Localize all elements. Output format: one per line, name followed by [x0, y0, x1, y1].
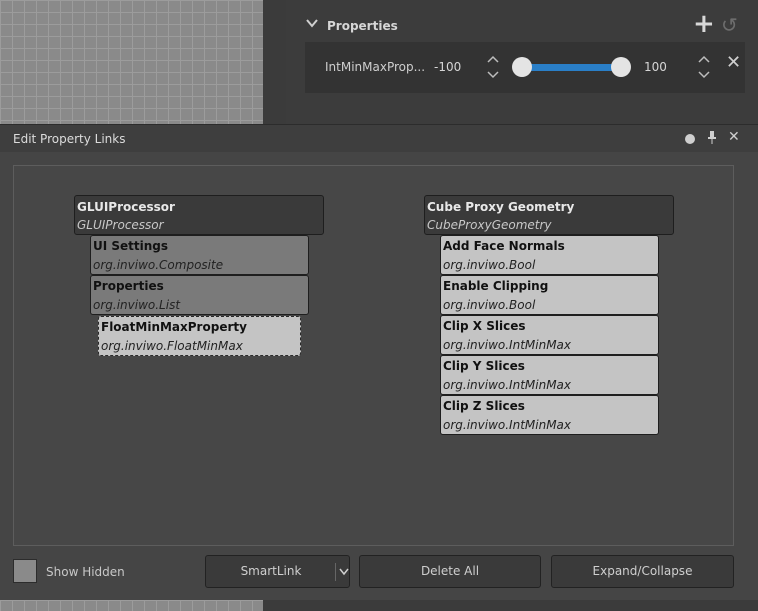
link-editor-canvas[interactable]: GLUIProcessor GLUIProcessor UI Settings …: [13, 165, 734, 546]
property-label: IntMinMaxProp...: [325, 60, 426, 74]
property-class: org.inviwo.Bool: [443, 258, 536, 272]
property-name: FloatMinMaxProperty: [101, 320, 247, 334]
property-name: Clip Z Slices: [443, 399, 525, 413]
property-name: Add Face Normals: [443, 239, 565, 253]
max-spinner[interactable]: [697, 54, 711, 80]
property-name: Enable Clipping: [443, 279, 549, 293]
property-name: Clip Y Slices: [443, 359, 525, 373]
undo-icon[interactable]: ↺: [721, 15, 738, 35]
property-properties[interactable]: Properties org.inviwo.List: [90, 275, 309, 315]
property-class: org.inviwo.List: [93, 298, 181, 312]
show-hidden-label: Show Hidden: [46, 565, 125, 579]
target-processor[interactable]: Cube Proxy Geometry CubeProxyGeometry: [424, 195, 674, 235]
property-floatminmax[interactable]: FloatMinMaxProperty org.inviwo.FloatMinM…: [98, 316, 301, 356]
property-class: org.inviwo.IntMinMax: [443, 378, 572, 392]
min-value-field[interactable]: -100: [434, 60, 461, 74]
smartlink-button[interactable]: SmartLink: [205, 555, 350, 588]
range-slider-max-handle[interactable]: [611, 57, 631, 77]
property-class: org.inviwo.Bool: [443, 298, 536, 312]
dot-icon[interactable]: [685, 134, 695, 144]
range-slider-track[interactable]: [521, 64, 623, 71]
property-class: org.inviwo.IntMinMax: [443, 418, 572, 432]
properties-section-header[interactable]: Properties + ↺: [305, 11, 745, 40]
edit-property-links-dialog: Edit Property Links ✕ GLUIProcessor GLUI…: [0, 124, 758, 600]
property-enable-clipping[interactable]: Enable Clipping org.inviwo.Bool: [440, 275, 659, 315]
delete-all-button[interactable]: Delete All: [359, 555, 541, 588]
property-name: UI Settings: [93, 239, 169, 253]
property-clip-y-slices[interactable]: Clip Y Slices org.inviwo.IntMinMax: [440, 355, 659, 395]
int-minmax-property-row: IntMinMaxProp... -100 100 ✕: [305, 42, 745, 93]
range-slider-min-handle[interactable]: [512, 57, 532, 77]
source-processor[interactable]: GLUIProcessor GLUIProcessor: [74, 195, 324, 235]
dialog-title-bar[interactable]: Edit Property Links ✕: [0, 125, 758, 152]
smartlink-label: SmartLink: [240, 564, 302, 578]
plus-icon[interactable]: +: [693, 11, 715, 37]
panel-bottom: [263, 600, 758, 611]
max-value-field[interactable]: 100: [644, 60, 667, 74]
network-canvas: [0, 0, 263, 124]
network-canvas-bottom: [0, 600, 263, 611]
property-class: org.inviwo.Composite: [93, 258, 224, 272]
splitter[interactable]: [263, 0, 286, 124]
close-icon[interactable]: ✕: [726, 52, 741, 73]
processor-name: Cube Proxy Geometry: [427, 200, 575, 214]
close-icon[interactable]: ✕: [728, 129, 740, 145]
processor-class: CubeProxyGeometry: [427, 218, 552, 232]
expand-collapse-button[interactable]: Expand/Collapse: [551, 555, 734, 588]
chevron-down-icon[interactable]: [338, 556, 350, 600]
property-name: Clip X Slices: [443, 319, 526, 333]
property-ui-settings[interactable]: UI Settings org.inviwo.Composite: [90, 235, 309, 275]
chevron-down-icon[interactable]: [305, 16, 323, 34]
min-spinner[interactable]: [486, 54, 500, 80]
property-name: Properties: [93, 279, 164, 293]
property-add-face-normals[interactable]: Add Face Normals org.inviwo.Bool: [440, 235, 659, 275]
pin-icon[interactable]: [707, 130, 717, 148]
processor-class: GLUIProcessor: [77, 218, 164, 232]
properties-section-title: Properties: [327, 19, 398, 33]
property-class: org.inviwo.FloatMinMax: [101, 339, 243, 353]
property-clip-x-slices[interactable]: Clip X Slices org.inviwo.IntMinMax: [440, 315, 659, 355]
processor-name: GLUIProcessor: [77, 200, 175, 214]
property-clip-z-slices[interactable]: Clip Z Slices org.inviwo.IntMinMax: [440, 395, 659, 435]
show-hidden-checkbox[interactable]: [13, 559, 37, 583]
property-class: org.inviwo.IntMinMax: [443, 338, 572, 352]
divider: [335, 563, 336, 581]
dialog-title: Edit Property Links: [13, 132, 126, 146]
